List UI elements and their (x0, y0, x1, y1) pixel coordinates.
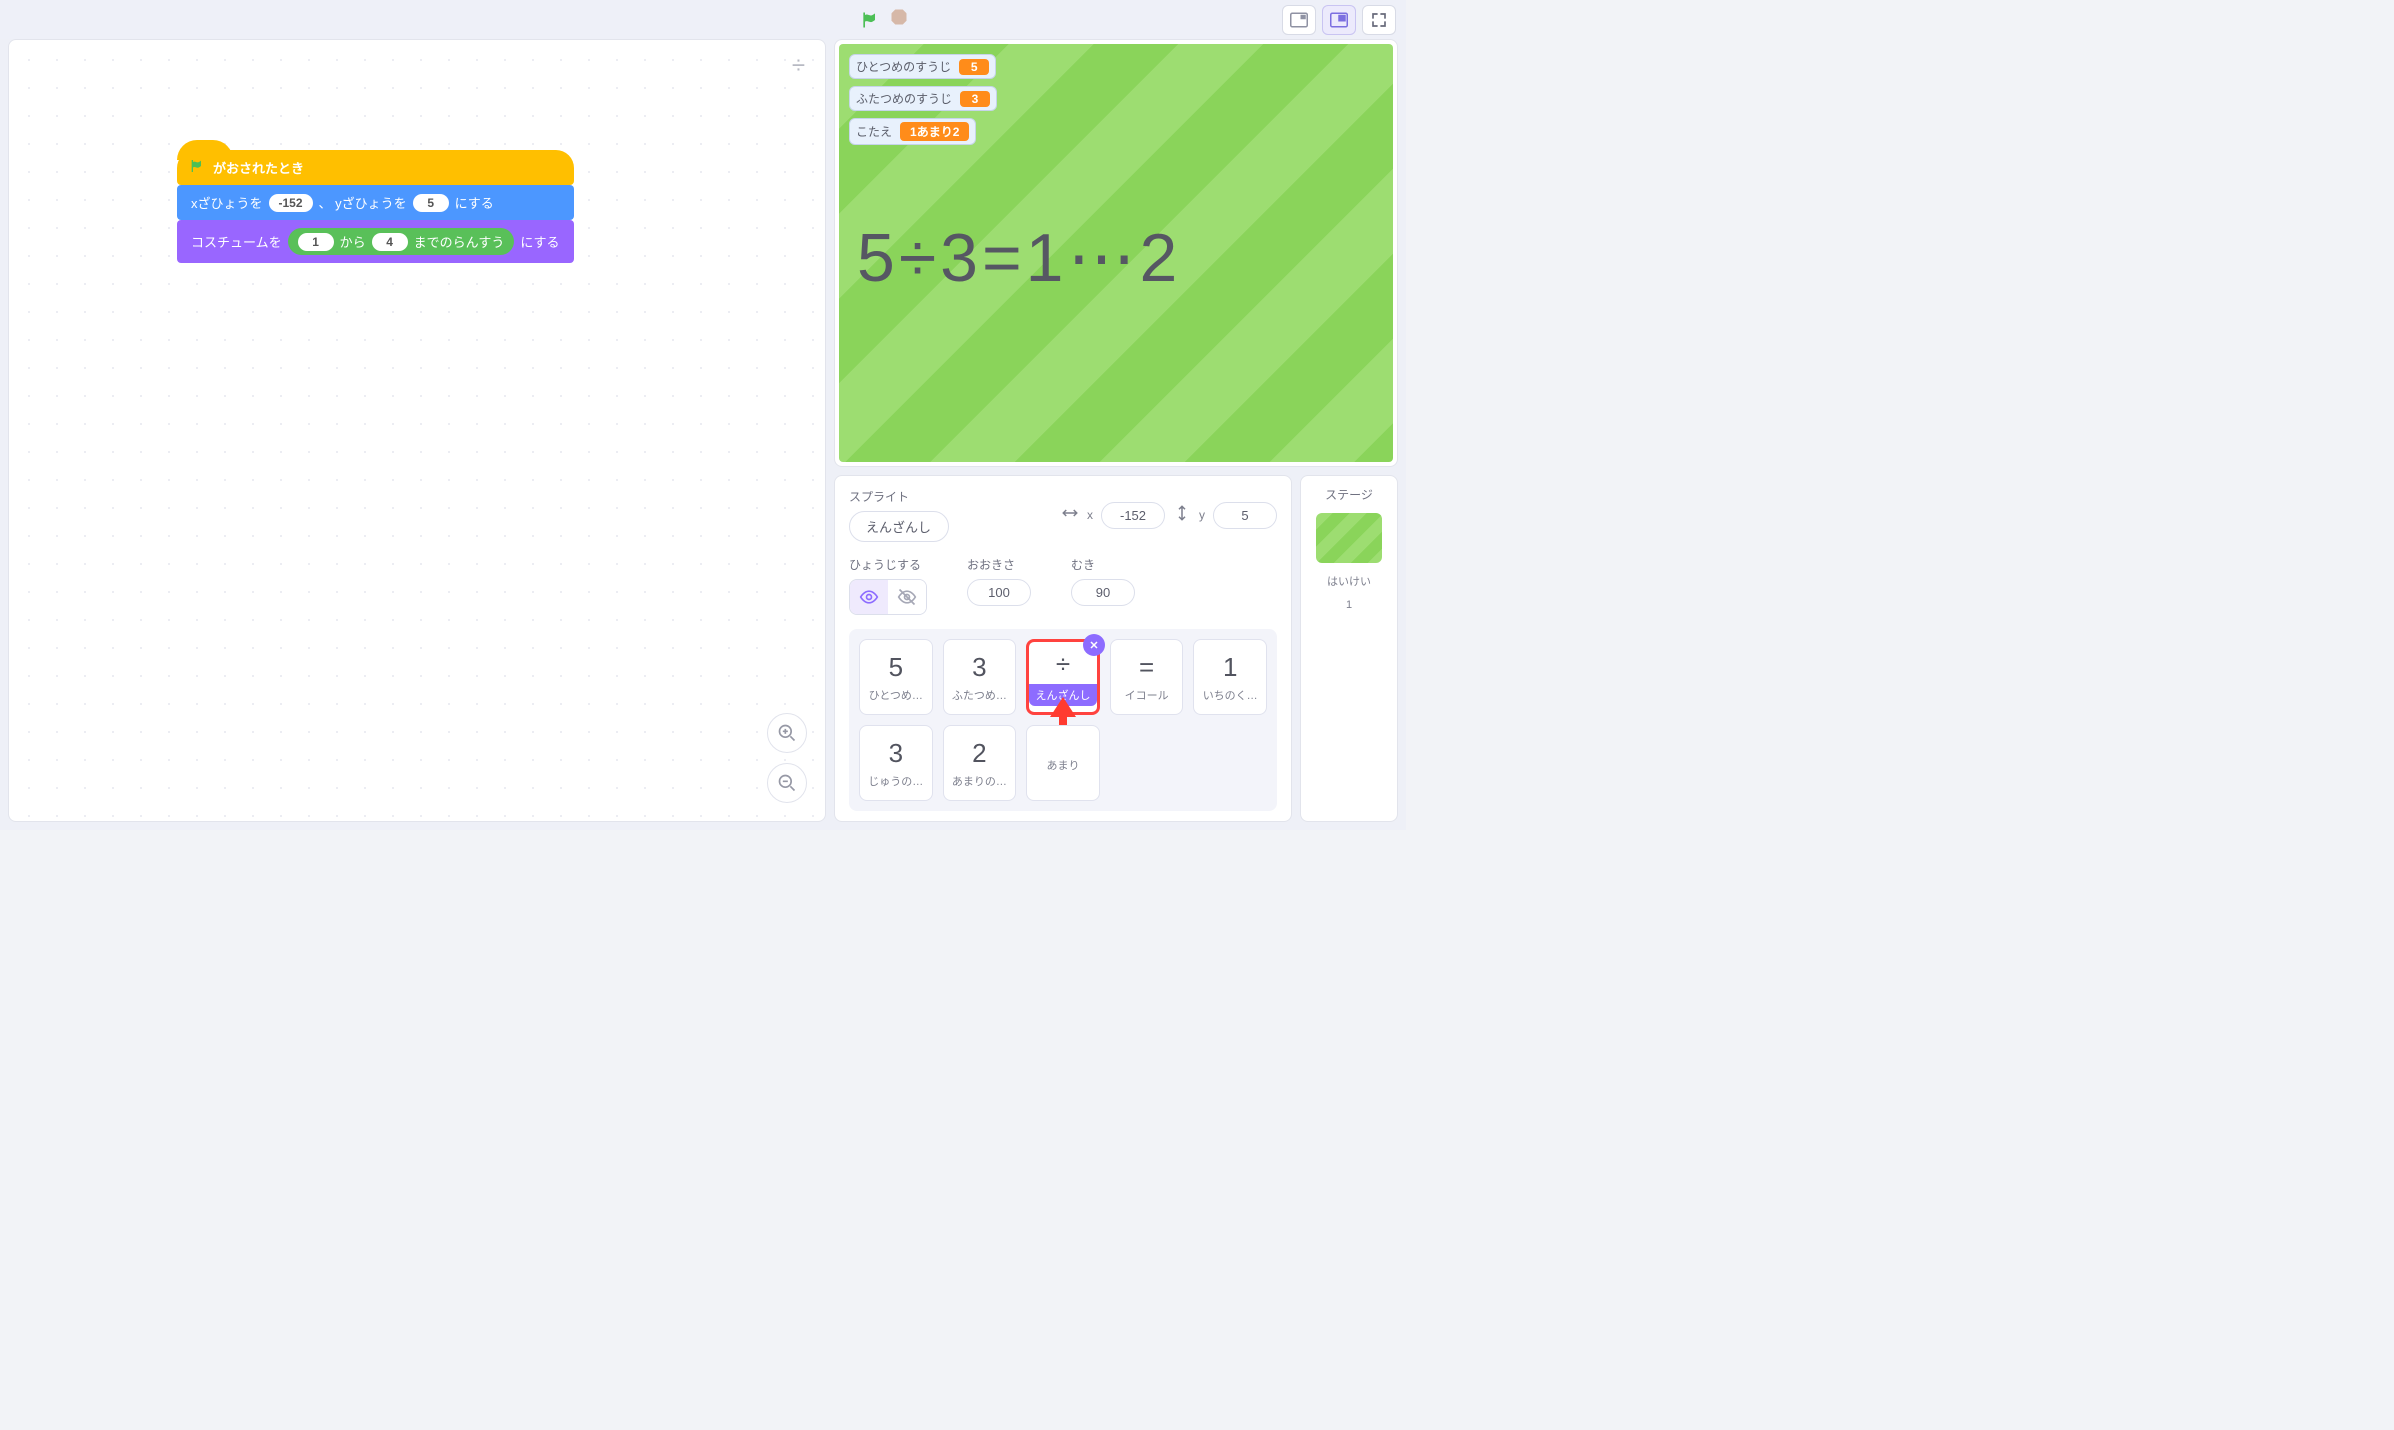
sprite-tile-glyph: 5 (889, 652, 903, 683)
sprite-tile-label: じゅうの… (868, 773, 923, 789)
sprite-tile-label: イコール (1125, 687, 1169, 703)
sprite-tile-label: ひとつめ… (869, 687, 923, 703)
show-label: ひょうじする (849, 556, 927, 573)
hide-button[interactable] (888, 580, 926, 614)
app-root: ÷ がおされたとき xざひょうを -152 、 yざひょうを 5 にする (0, 0, 1406, 830)
backdrop-count: 1 (1346, 599, 1352, 611)
block-stack[interactable]: がおされたとき xざひょうを -152 、 yざひょうを 5 にする コスチュー… (177, 150, 574, 263)
sprite-tile-label: あまりの… (952, 773, 1007, 789)
zoom-out-button[interactable] (767, 763, 807, 803)
monitor-2-value: 3 (960, 91, 990, 107)
motion-y-input[interactable]: 5 (413, 194, 449, 212)
flag-mini-icon (189, 158, 205, 177)
divide-icon: ÷ (792, 52, 805, 80)
code-area[interactable]: ÷ がおされたとき xざひょうを -152 、 yざひょうを 5 にする (8, 39, 826, 822)
motion-mid: 、 yざひょうを (319, 193, 407, 212)
stage-controls (860, 8, 908, 31)
xy-move-icon (1061, 504, 1079, 527)
looks-pre: コスチュームを (191, 232, 282, 251)
y-label: y (1199, 508, 1205, 522)
sprite-tile-1[interactable]: 3 ふたつめ… (943, 639, 1017, 715)
monitor-3-value: 1あまり2 (900, 122, 969, 141)
topbar (0, 0, 1406, 39)
monitor-2[interactable]: ふたつめのすうじ 3 (849, 86, 997, 111)
sprite-tile-label: あまり (1046, 757, 1079, 773)
green-flag-icon[interactable] (860, 10, 880, 30)
monitor-3[interactable]: こたえ 1あまり2 (849, 118, 976, 145)
monitor-1[interactable]: ひとつめのすうじ 5 (849, 54, 996, 79)
sprite-tile-4[interactable]: 1 いちのく… (1193, 639, 1267, 715)
rand-suf: までのらんすう (414, 232, 505, 251)
motion-block[interactable]: xざひょうを -152 、 yざひょうを 5 にする (177, 185, 574, 220)
stage-thumbnail[interactable] (1316, 513, 1382, 563)
dir-input[interactable]: 90 (1071, 579, 1135, 606)
monitor-1-value: 5 (959, 59, 989, 75)
sprite-list: 5 ひとつめ… 3 ふたつめ… ÷えんざんし = イコール 1 いちのく… 3 じゅうの… 2 あまりの… (849, 629, 1277, 811)
sprite-tile-7[interactable]: あまり (1026, 725, 1100, 801)
x-label: x (1087, 508, 1093, 522)
delete-sprite-icon[interactable] (1083, 634, 1105, 656)
looks-block[interactable]: コスチュームを 1 から 4 までのらんすう にする (177, 220, 574, 263)
looks-end: にする (520, 232, 559, 251)
hat-label: がおされたとき (213, 158, 304, 177)
motion-end: にする (455, 193, 494, 212)
sprite-name-input[interactable]: えんざんし (849, 511, 949, 542)
rand-from[interactable]: 1 (298, 233, 334, 251)
visibility-toggle (849, 579, 927, 615)
sprite-panel: スプライト えんざんし x -152 y (834, 475, 1292, 822)
monitor-3-label: こたえ (856, 123, 892, 140)
sprite-tile-5[interactable]: 3 じゅうの… (859, 725, 933, 801)
view-mode-group (1282, 5, 1396, 35)
motion-xlabel: xざひょうを (191, 193, 263, 212)
stage-panel: ステージ はいけい 1 (1300, 475, 1398, 822)
sprite-tile-6[interactable]: 2 あまりの… (943, 725, 1017, 801)
sprite-tile-glyph: 1 (1223, 652, 1237, 683)
sprite-title: スプライト (849, 488, 949, 505)
size-label: おおきさ (967, 556, 1031, 573)
monitor-2-label: ふたつめのすうじ (856, 90, 952, 107)
right-column: ひとつめのすうじ 5 ふたつめのすうじ 3 こたえ 1あまり2 5÷3=1⋯2 (834, 39, 1398, 822)
sprite-tile-glyph: 3 (972, 652, 986, 683)
show-button[interactable] (850, 580, 888, 614)
hat-block[interactable]: がおされたとき (177, 150, 574, 185)
large-stage-button[interactable] (1322, 5, 1356, 35)
stop-icon[interactable] (890, 8, 908, 31)
y-input[interactable]: 5 (1213, 502, 1277, 529)
sprite-tile-glyph: 3 (889, 738, 903, 769)
sprite-tile-glyph: ÷ (1056, 649, 1070, 680)
zoom-in-button[interactable] (767, 713, 807, 753)
stage[interactable]: ひとつめのすうじ 5 ふたつめのすうじ 3 こたえ 1あまり2 5÷3=1⋯2 (839, 44, 1393, 462)
motion-x-input[interactable]: -152 (269, 194, 313, 212)
sprite-tile-0[interactable]: 5 ひとつめ… (859, 639, 933, 715)
fullscreen-button[interactable] (1362, 5, 1396, 35)
rand-to[interactable]: 4 (372, 233, 408, 251)
sprite-tile-3[interactable]: = イコール (1110, 639, 1184, 715)
xy-vert-icon (1173, 504, 1191, 527)
equation-display: 5÷3=1⋯2 (857, 219, 1181, 298)
dir-label: むき (1071, 556, 1135, 573)
sprite-tile-2[interactable]: ÷えんざんし (1026, 639, 1100, 715)
sprite-tile-label: ふたつめ… (952, 687, 1007, 703)
backdrop-label: はいけい (1327, 573, 1371, 589)
rand-mid: から (340, 232, 366, 251)
stage-title: ステージ (1325, 486, 1373, 503)
size-input[interactable]: 100 (967, 579, 1031, 606)
zoom-controls (767, 713, 807, 803)
small-stage-button[interactable] (1282, 5, 1316, 35)
sprite-tile-glyph: = (1139, 652, 1154, 683)
sprite-tile-label: いちのく… (1203, 687, 1258, 703)
stage-container: ひとつめのすうじ 5 ふたつめのすうじ 3 こたえ 1あまり2 5÷3=1⋯2 (834, 39, 1398, 467)
sprite-tile-glyph: 2 (972, 738, 986, 769)
x-input[interactable]: -152 (1101, 502, 1165, 529)
random-reporter[interactable]: 1 から 4 までのらんすう (288, 228, 515, 255)
monitor-1-label: ひとつめのすうじ (856, 58, 951, 75)
